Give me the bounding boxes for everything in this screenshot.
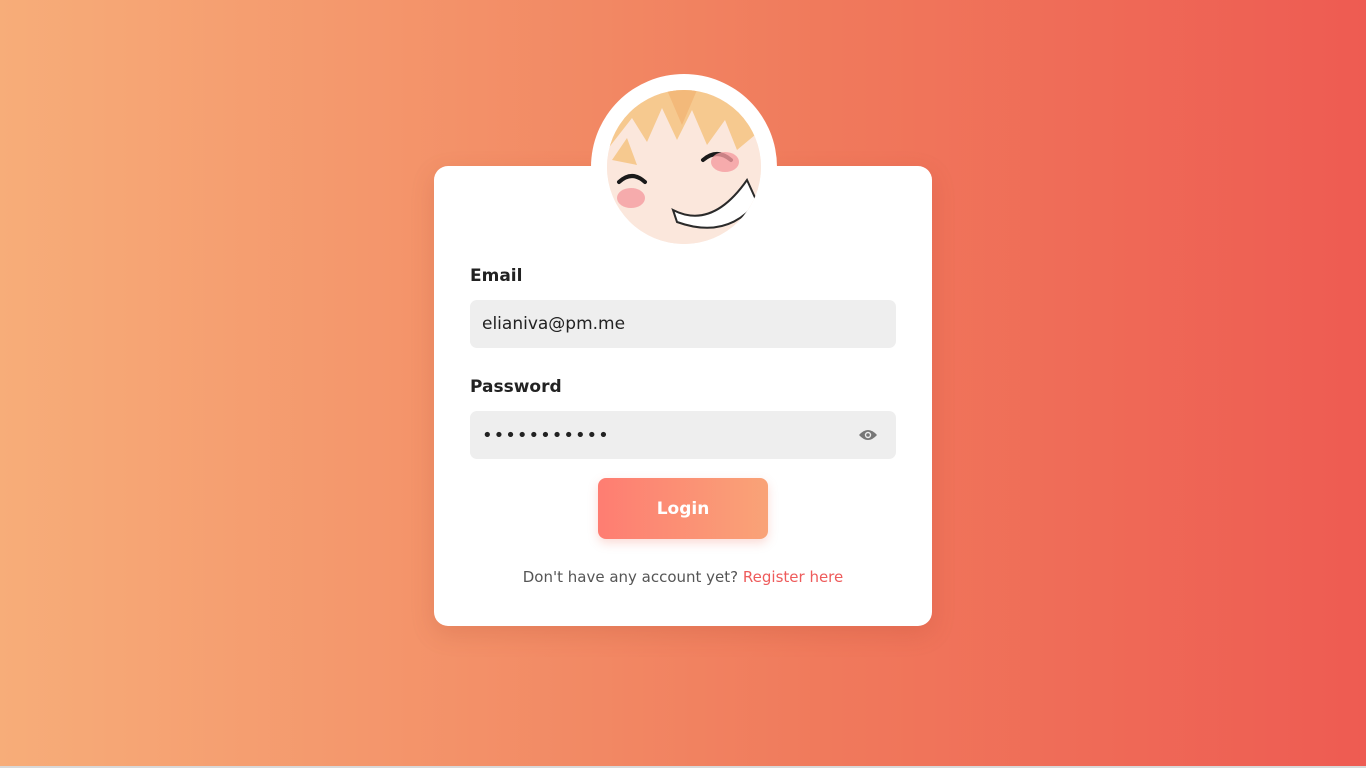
register-link[interactable]: Register here (743, 568, 843, 586)
avatar (607, 90, 761, 244)
register-line: Don't have any account yet? Register her… (434, 568, 932, 586)
password-input[interactable]: ••••••••••• (470, 411, 896, 459)
register-prompt: Don't have any account yet? (522, 568, 739, 586)
eye-icon[interactable] (858, 426, 878, 444)
anime-avatar-image (607, 90, 761, 244)
email-label: Email (470, 266, 523, 286)
email-value: elianiva@pm.me (482, 314, 626, 334)
login-button[interactable]: Login (598, 478, 768, 539)
email-input[interactable]: elianiva@pm.me (470, 300, 896, 348)
password-value: ••••••••••• (482, 424, 610, 446)
password-label: Password (470, 377, 562, 397)
